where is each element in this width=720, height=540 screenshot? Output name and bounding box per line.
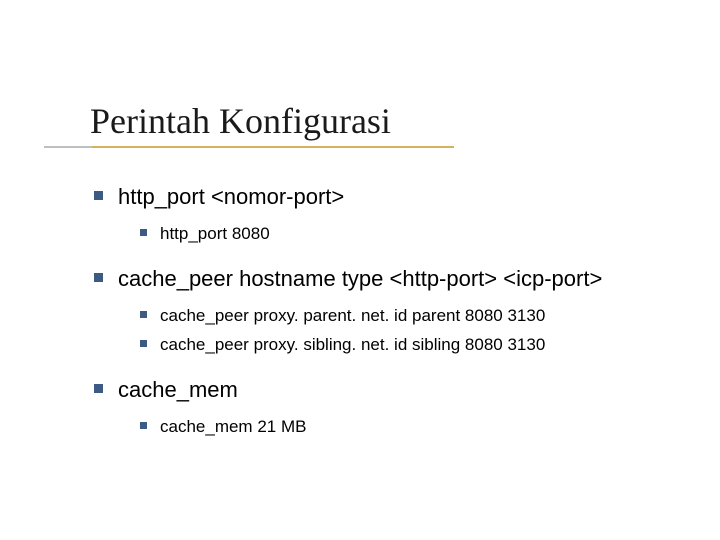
slide-title: Perintah Konfigurasi <box>90 100 672 142</box>
square-bullet-icon <box>140 311 147 318</box>
square-bullet-icon <box>94 191 103 200</box>
list-item-label: http_port <nomor-port> <box>118 182 672 212</box>
bullet-list-level2: http_port 8080 <box>118 222 672 247</box>
title-underline <box>44 146 454 148</box>
list-item-label: cache_peer proxy. parent. net. id parent… <box>160 304 672 329</box>
list-item: cache_mem 21 MB <box>160 415 672 440</box>
list-item: cache_peer proxy. sibling. net. id sibli… <box>160 333 672 358</box>
list-item-label: cache_peer proxy. sibling. net. id sibli… <box>160 333 672 358</box>
list-item: http_port 8080 <box>160 222 672 247</box>
title-text: Perintah Konfigurasi <box>90 101 391 141</box>
square-bullet-icon <box>140 422 147 429</box>
list-item-label: cache_mem 21 MB <box>160 415 672 440</box>
slide: Perintah Konfigurasi http_port <nomor-po… <box>0 0 720 440</box>
bullet-list-level2: cache_peer proxy. parent. net. id parent… <box>118 304 672 357</box>
list-item: cache_peer proxy. parent. net. id parent… <box>160 304 672 329</box>
list-item-label: cache_peer hostname type <http-port> <ic… <box>118 264 672 294</box>
square-bullet-icon <box>140 340 147 347</box>
square-bullet-icon <box>140 229 147 236</box>
underline-accent-gold <box>92 146 454 148</box>
list-item: http_port <nomor-port> http_port 8080 <box>118 182 672 246</box>
bullet-list-level1: http_port <nomor-port> http_port 8080 ca… <box>90 182 672 440</box>
list-item-label: cache_mem <box>118 375 672 405</box>
bullet-list-level2: cache_mem 21 MB <box>118 415 672 440</box>
list-item: cache_peer hostname type <http-port> <ic… <box>118 264 672 357</box>
list-item: cache_mem cache_mem 21 MB <box>118 375 672 439</box>
underline-accent-grey <box>44 146 92 148</box>
list-item-label: http_port 8080 <box>160 222 672 247</box>
square-bullet-icon <box>94 273 103 282</box>
square-bullet-icon <box>94 384 103 393</box>
